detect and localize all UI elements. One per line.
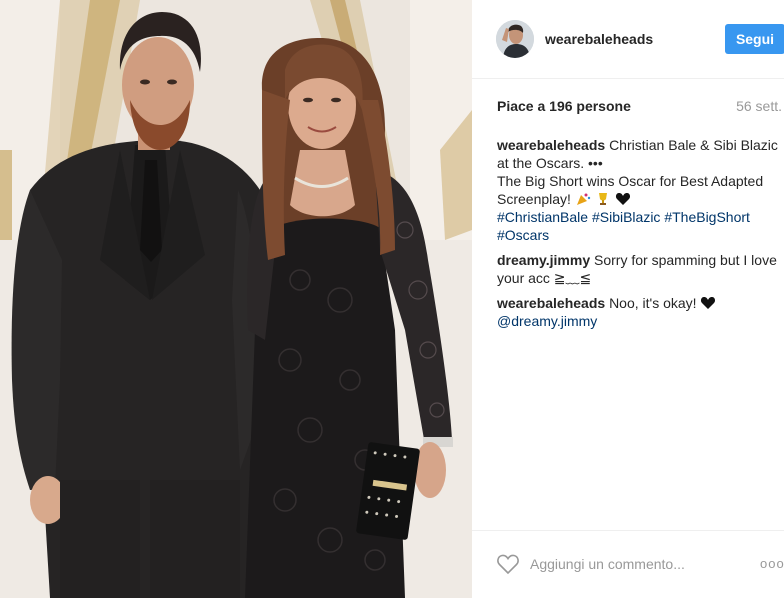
add-comment-input[interactable] [530, 553, 730, 575]
comment-username[interactable]: wearebaleheads [497, 295, 605, 311]
comment-bar: ooo [472, 530, 784, 599]
caption-comment: wearebaleheads Christian Bale & Sibi Bla… [497, 136, 784, 244]
comment-item: wearebaleheads Noo, it's okay! @dreamy.j… [497, 294, 784, 330]
post-details-panel: wearebaleheads Segui Piace a 196 persone… [472, 0, 784, 598]
comment-username[interactable]: wearebaleheads [497, 137, 605, 153]
post-photo-illustration [0, 0, 472, 598]
hashtag-link[interactable]: #SibiBlazic [592, 209, 660, 225]
black-heart-emoji-icon [615, 193, 630, 205]
post-timestamp[interactable]: 56 sett. [736, 98, 782, 114]
post-username[interactable]: wearebaleheads [545, 31, 653, 47]
avatar[interactable] [496, 20, 534, 58]
post-photo[interactable] [0, 0, 472, 598]
comment-text: Noo, it's okay! [609, 295, 697, 311]
heart-outline-icon[interactable] [496, 553, 520, 575]
more-options-icon[interactable]: ooo [760, 557, 784, 570]
black-heart-emoji-icon [701, 297, 716, 309]
avatar-image [496, 20, 534, 58]
hashtag-link[interactable]: #Oscars [497, 227, 549, 243]
likes-count[interactable]: Piace a 196 persone [497, 98, 631, 114]
hashtag-link[interactable]: #TheBigShort [664, 209, 750, 225]
comment-item: dreamy.jimmy Sorry for spamming but I lo… [497, 251, 784, 287]
hashtag-link[interactable]: #ChristianBale [497, 209, 588, 225]
trophy-emoji-icon [598, 193, 607, 205]
follow-button[interactable]: Segui [725, 24, 784, 54]
comment-username[interactable]: dreamy.jimmy [497, 252, 590, 268]
party-popper-emoji-icon [576, 193, 591, 205]
comments-list: wearebaleheads Christian Bale & Sibi Bla… [497, 136, 784, 337]
post-header: wearebaleheads Segui [472, 0, 784, 79]
mention-link[interactable]: @dreamy.jimmy [497, 313, 597, 329]
